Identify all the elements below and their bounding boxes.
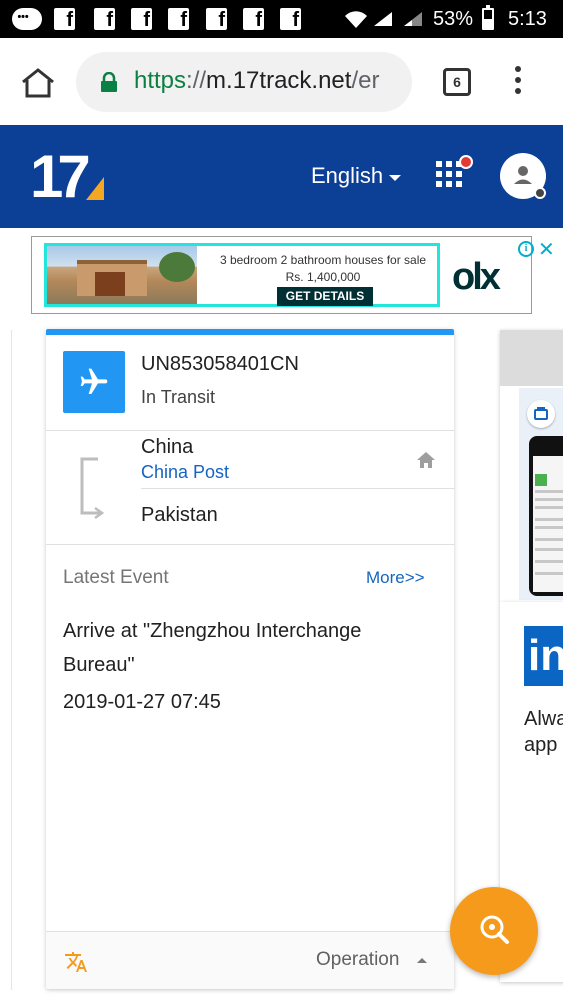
signal-icon (404, 12, 422, 26)
origin-country: China (141, 436, 194, 458)
home-icon[interactable] (20, 67, 56, 99)
clock: 5:13 (508, 8, 547, 30)
event-description: Arrive at "Zhengzhou Interchange Bureau" (63, 620, 362, 676)
messages-icon (12, 8, 42, 30)
ad-info-icon[interactable]: i (518, 241, 534, 257)
battery-percent: 53% (433, 8, 474, 30)
more-events-link[interactable]: More>> (366, 568, 425, 588)
translate-icon[interactable] (64, 950, 88, 974)
promo-image (519, 388, 563, 600)
tracking-status: In Transit (141, 387, 216, 407)
url-text: https://m.17track.net/er (134, 67, 380, 94)
url-bar[interactable]: https://m.17track.net/er (76, 52, 412, 112)
site-header: 17 English (0, 125, 563, 228)
divider (141, 488, 454, 489)
facebook-icon: f (206, 8, 227, 30)
card-footer: Operation (46, 931, 454, 989)
carrier-link[interactable]: China Post (141, 462, 229, 483)
promo-card-peek[interactable] (500, 330, 563, 602)
lock-icon (101, 72, 117, 92)
divider (46, 430, 454, 431)
facebook-icon: f (94, 8, 115, 30)
floating-track-button[interactable] (450, 887, 538, 975)
language-selector[interactable]: English (311, 163, 383, 189)
ad-content[interactable]: 3 bedroom 2 bathroom houses for sale Rs.… (44, 243, 440, 307)
previous-card-peek[interactable] (0, 330, 12, 990)
svg-text:17: 17 (30, 149, 88, 203)
briefcase-icon (527, 400, 555, 428)
home-icon[interactable] (416, 451, 436, 469)
event-time: 2019-01-27 07:45 (63, 691, 221, 713)
ad-price: Rs. 1,400,000 (285, 270, 361, 284)
wifi-icon (345, 11, 367, 28)
tab-switcher-button[interactable]: 6 (443, 68, 471, 96)
transport-mode-badge (63, 351, 125, 413)
ad-banner[interactable]: 3 bedroom 2 bathroom houses for sale Rs.… (31, 236, 555, 314)
battery-icon (482, 5, 494, 30)
caret-down-icon[interactable] (389, 175, 401, 181)
card-accent-bar (46, 329, 454, 335)
operation-menu[interactable]: Operation (316, 949, 399, 971)
overflow-menu-icon[interactable] (512, 66, 524, 98)
search-location-icon (480, 915, 509, 944)
facebook-icon: f (243, 8, 264, 30)
status-bar: f f f f f f f 53% 5:13 (0, 0, 563, 38)
linkedin-card-text: Alwa app (524, 708, 563, 756)
logo-17track[interactable]: 17 (30, 149, 106, 203)
signal-icon (374, 12, 392, 26)
ad-headline: 3 bedroom 2 bathroom houses for sale (219, 253, 427, 267)
phone-mockup (529, 436, 563, 596)
tracking-number: UN853058401CN (141, 353, 299, 375)
facebook-icon: f (168, 8, 189, 30)
linkedin-logo: in (524, 626, 563, 686)
ad-close-icon[interactable]: ✕ (538, 237, 555, 262)
facebook-icon: f (54, 8, 75, 30)
browser-toolbar: https://m.17track.net/er 6 (0, 38, 563, 125)
ad-cta-button[interactable]: GET DETAILS (277, 287, 373, 306)
facebook-icon: f (280, 8, 301, 30)
status-dot (534, 187, 546, 199)
route-line-icon (80, 457, 104, 520)
destination-country: Pakistan (141, 504, 218, 526)
divider (46, 544, 454, 545)
facebook-icon: f (131, 8, 152, 30)
caret-up-icon[interactable] (417, 958, 427, 963)
tracking-card[interactable]: UN853058401CN In Transit China China Pos… (46, 329, 454, 989)
latest-event-label: Latest Event (63, 567, 169, 588)
notification-dot (459, 155, 473, 169)
ad-house-image (47, 246, 197, 304)
olx-logo: olx (452, 256, 501, 298)
airplane-icon (80, 368, 108, 394)
